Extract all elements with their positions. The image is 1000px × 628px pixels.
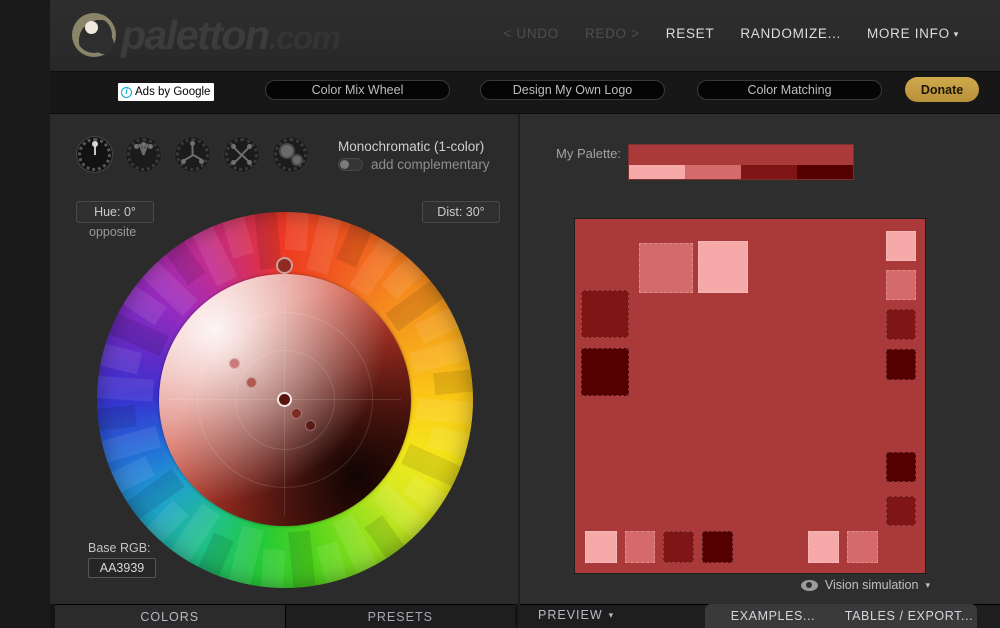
vision-simulation-label: Vision simulation (824, 578, 919, 592)
ad-link-color-matching[interactable]: Color Matching (697, 80, 882, 100)
scheme-type-selector (76, 136, 309, 173)
preview-swatch[interactable] (886, 452, 916, 482)
my-palette-label: My Palette: (556, 146, 622, 161)
wheel-step-block (228, 525, 264, 586)
wheel-step-block (315, 541, 348, 584)
tab-examples[interactable]: EXAMPLES... (705, 604, 841, 628)
preview-swatch[interactable] (639, 243, 693, 293)
tab-preview-label: PREVIEW (538, 608, 603, 622)
my-palette-shade-3[interactable] (741, 165, 797, 179)
wheel-step-block (408, 337, 469, 375)
my-palette-main-swatch[interactable] (629, 145, 853, 165)
scheme-type-label: Monochromatic (1-color) (338, 139, 485, 154)
preview-swatch[interactable] (886, 309, 916, 340)
wheel-saturation-disc[interactable] (159, 274, 411, 526)
add-complementary-label: add complementary (371, 157, 490, 172)
wheel-step-block (97, 404, 137, 431)
ads-by-google-label: Ads by Google (135, 86, 211, 98)
chevron-down-icon: ▾ (953, 29, 959, 39)
app-header: paletton.com < UNDO REDO > RESET RANDOMI… (50, 0, 1000, 72)
nav-undo[interactable]: < UNDO (490, 21, 572, 46)
nav-redo[interactable]: REDO > (572, 21, 653, 46)
left-tab-bar: COLORS PRESETS (55, 604, 515, 628)
wheel-step-block (222, 216, 255, 259)
info-icon: i (121, 86, 132, 98)
wheel-hue-marker[interactable] (276, 257, 293, 274)
nav-more-info-label: MORE INFO (866, 26, 950, 41)
paletton-yinyang-icon (72, 13, 116, 57)
toggle-knob (340, 160, 349, 169)
nav-more-info[interactable]: MORE INFO ▾ (854, 21, 972, 46)
paletton-app: paletton.com < UNDO REDO > RESET RANDOMI… (0, 0, 1000, 628)
donate-button[interactable]: Donate (905, 77, 979, 102)
tab-preview[interactable]: PREVIEW ▾ (538, 608, 614, 622)
wheel-step-block (99, 343, 143, 375)
scheme-icon-free-style[interactable] (272, 136, 309, 173)
ad-link-design-my-own-logo[interactable]: Design My Own Logo (480, 80, 665, 100)
eye-icon (800, 579, 818, 591)
base-rgb-label: Base RGB: (88, 541, 151, 555)
my-palette-shade-1[interactable] (629, 165, 685, 179)
wheel-dot-shade-1[interactable] (229, 358, 240, 369)
scheme-icon-triad[interactable] (174, 136, 211, 173)
my-palette-shade-row (629, 165, 853, 179)
preview-swatch[interactable] (702, 531, 733, 563)
preview-swatch[interactable] (886, 349, 916, 380)
preview-canvas[interactable] (574, 218, 926, 574)
preview-swatch[interactable] (581, 348, 629, 396)
my-palette-shade-2[interactable] (685, 165, 741, 179)
scheme-icon-adjacent[interactable] (125, 136, 162, 173)
vision-simulation-control[interactable]: Vision simulation ▾ (800, 578, 930, 592)
wheel-step-block (284, 212, 310, 252)
wheel-dot-shade-3[interactable] (291, 408, 302, 419)
tab-tables-export[interactable]: TABLES / EXPORT... (841, 604, 977, 628)
wheel-step-block (306, 214, 342, 275)
nav-randomize[interactable]: RANDOMIZE... (727, 21, 854, 46)
ads-by-google-badge[interactable]: i Ads by Google (118, 83, 215, 101)
wheel-step-block (97, 375, 155, 402)
header-nav: < UNDO REDO > RESET RANDOMIZE... MORE IN… (490, 21, 972, 46)
wheel-step-block (433, 369, 473, 396)
logo-text: paletton.com (121, 11, 341, 58)
tab-presets[interactable]: PRESETS (284, 604, 515, 628)
preview-swatch[interactable] (886, 231, 916, 261)
wheel-dot-base[interactable] (277, 392, 292, 407)
scheme-icon-tetrad[interactable] (223, 136, 260, 173)
preview-swatch[interactable] (886, 496, 916, 526)
preview-swatch[interactable] (625, 531, 655, 563)
right-tab-bar: PREVIEW ▾ EXAMPLES... TABLES / EXPORT... (520, 604, 1000, 628)
logo[interactable]: paletton.com (72, 6, 341, 64)
chevron-down-icon: ▾ (925, 579, 930, 590)
wheel-dot-shade-2[interactable] (246, 377, 257, 388)
add-complementary-row[interactable]: add complementary (338, 157, 490, 172)
nav-reset[interactable]: RESET (653, 21, 728, 46)
tab-colors[interactable]: COLORS (55, 604, 285, 628)
preview-swatch[interactable] (808, 531, 839, 563)
color-wheel[interactable] (97, 212, 473, 588)
wheel-step-block (427, 425, 471, 457)
preview-swatch[interactable] (698, 241, 748, 293)
left-rail (0, 0, 50, 628)
logo-main-text: paletton (121, 11, 270, 58)
wheel-step-block (415, 398, 473, 425)
my-palette-swatches[interactable] (628, 144, 854, 180)
logo-domain-text: .com (268, 18, 341, 56)
wheel-step-block (101, 425, 162, 463)
wheel-step-block (287, 530, 316, 588)
preview-swatch[interactable] (886, 270, 916, 300)
preview-swatch[interactable] (585, 531, 617, 563)
base-rgb-input[interactable] (88, 558, 156, 578)
ad-link-color-mix-wheel[interactable]: Color Mix Wheel (265, 80, 450, 100)
preview-swatch[interactable] (581, 290, 629, 338)
scheme-icon-monochromatic[interactable] (76, 136, 113, 173)
wheel-dot-shade-4[interactable] (305, 420, 316, 431)
ad-bar: i Ads by Google Color Mix Wheel Design M… (50, 72, 1000, 114)
add-complementary-toggle[interactable] (338, 158, 363, 171)
right-tab-group: EXAMPLES... TABLES / EXPORT... (705, 604, 977, 628)
preview-swatch[interactable] (663, 531, 694, 563)
preview-swatch[interactable] (847, 531, 878, 563)
wheel-step-block (260, 548, 286, 588)
my-palette-shade-4[interactable] (797, 165, 853, 179)
chevron-down-icon: ▾ (608, 609, 615, 620)
